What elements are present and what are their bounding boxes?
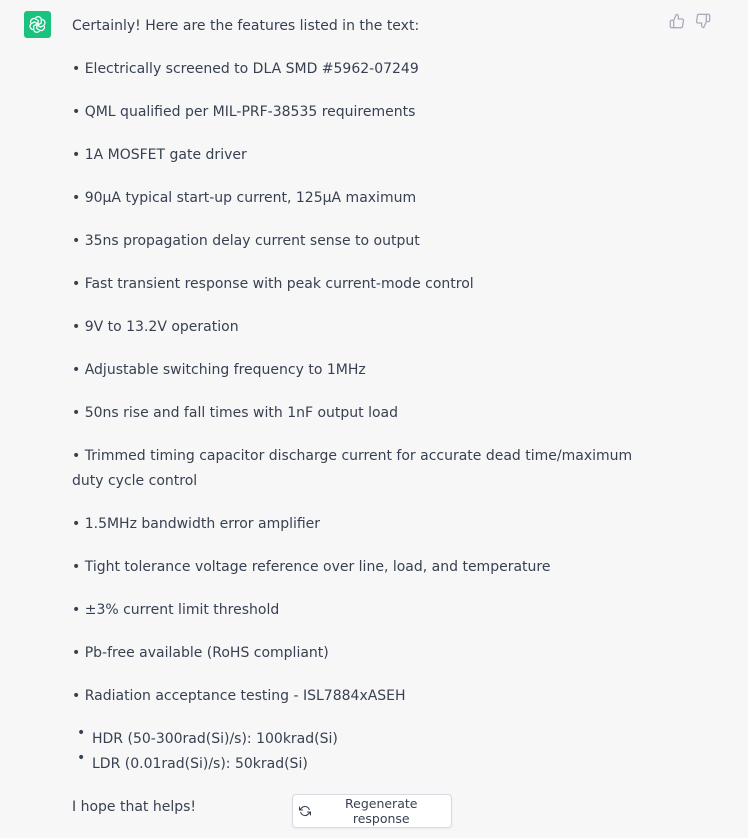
feature-item: • 50ns rise and fall times with 1nF outp… <box>72 405 399 421</box>
openai-logo-icon <box>28 15 47 34</box>
feature-item: • 90μA typical start-up current, 125μA m… <box>72 190 417 206</box>
feature-item: • QML qualified per MIL-PRF-38535 requir… <box>72 104 416 120</box>
feature-item: • 35ns propagation delay current sense t… <box>72 233 420 249</box>
thumbs-down-icon[interactable] <box>694 12 712 30</box>
feature-item: • 1A MOSFET gate driver <box>72 147 247 163</box>
feature-item: • Pb-free available (RoHS compliant) <box>72 645 329 661</box>
radiation-sublist: • HDR (50-300rad(Si)/s): 100krad(Si) • L… <box>72 725 642 777</box>
assistant-message: Certainly! Here are the features listed … <box>0 0 748 833</box>
sublist-item-text: HDR (50-300rad(Si)/s): 100krad(Si) <box>92 731 338 747</box>
sublist-item: • LDR (0.01rad(Si)/s): 50krad(Si) <box>72 750 642 777</box>
sublist-item-text: LDR (0.01rad(Si)/s): 50krad(Si) <box>92 756 308 772</box>
feature-item: • ±3% current limit threshold <box>72 602 280 618</box>
feature-item: • Adjustable switching frequency to 1MHz <box>72 362 366 378</box>
assistant-avatar <box>24 11 51 38</box>
regenerate-label: Regenerate response <box>345 796 418 826</box>
feature-item: • Tight tolerance voltage reference over… <box>72 559 551 575</box>
refresh-icon <box>299 805 312 818</box>
feedback-actions <box>668 12 712 30</box>
regenerate-response-button[interactable]: Regenerate response <box>292 794 452 828</box>
thumbs-up-icon[interactable] <box>668 12 686 30</box>
message-content: Certainly! Here are the features listed … <box>72 14 642 838</box>
sublist-item: • HDR (50-300rad(Si)/s): 100krad(Si) <box>72 725 642 752</box>
intro-text: Certainly! Here are the features listed … <box>72 18 420 34</box>
sub-bullet: • <box>77 750 86 766</box>
feature-item: • Electrically screened to DLA SMD #5962… <box>72 61 419 77</box>
feature-item: • Trimmed timing capacitor discharge cur… <box>72 448 633 489</box>
sub-bullet: • <box>77 725 86 741</box>
feature-item: • Radiation acceptance testing - ISL7884… <box>72 688 406 704</box>
feature-item: • 1.5MHz bandwidth error amplifier <box>72 516 321 532</box>
feature-item: • 9V to 13.2V operation <box>72 319 239 335</box>
feature-item: • Fast transient response with peak curr… <box>72 276 474 292</box>
